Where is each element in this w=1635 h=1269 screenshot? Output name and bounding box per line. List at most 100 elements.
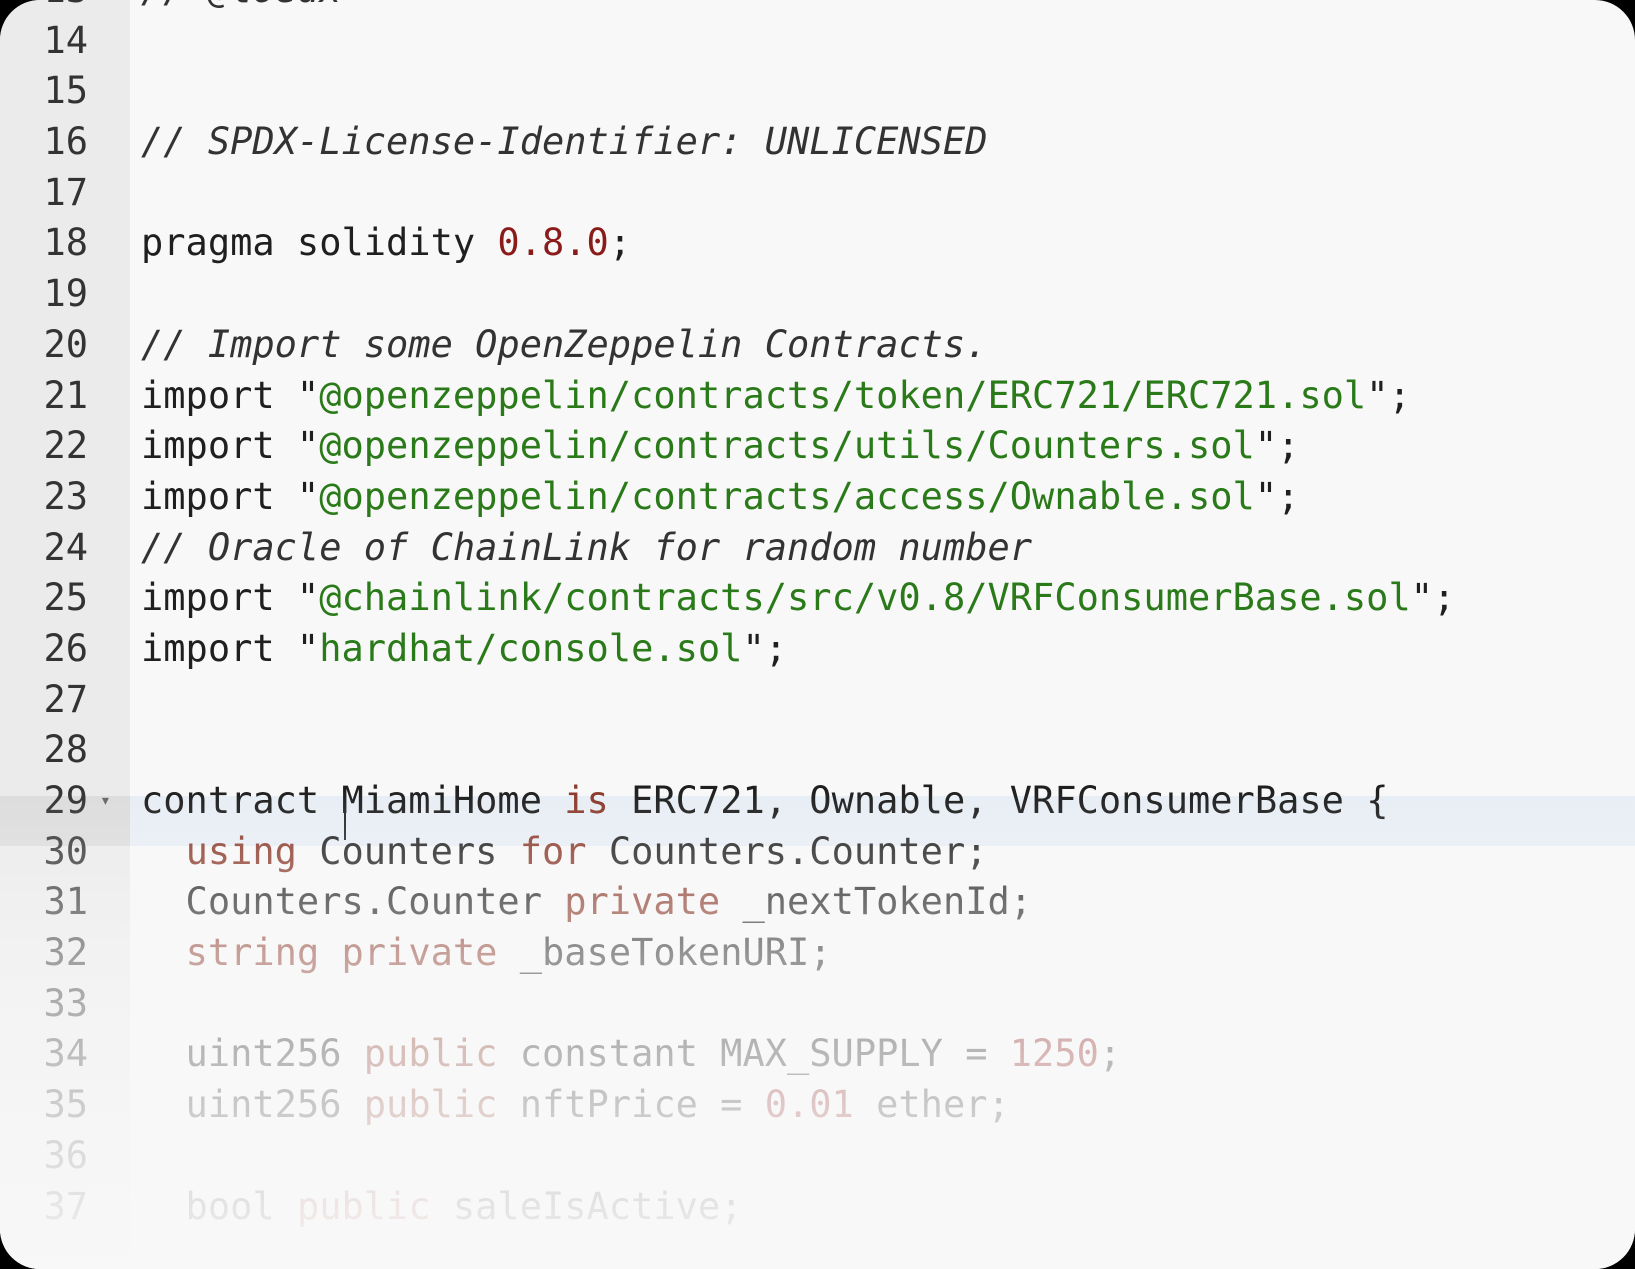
line-number: 13 (0, 0, 88, 16)
line-number: 20 (43, 322, 88, 366)
code-token-plain: _baseTokenURI; (497, 931, 832, 975)
code-text: string private _baseTokenURI; (141, 928, 832, 979)
code-token-plain: Counters.Counter; (586, 829, 988, 873)
code-line[interactable]: 17 (0, 168, 1635, 219)
line-number: 14 (43, 18, 88, 62)
code-lines[interactable]: 13 // @loedx 14 15 16 // SPDX-License-Identif… (0, 0, 1635, 1232)
code-line[interactable]: 33 (0, 979, 1635, 1030)
code-token-plain: ; (1098, 1032, 1122, 1076)
line-number: 32 (43, 931, 88, 975)
line-number: 21 (43, 373, 88, 417)
code-line[interactable]: 34 uint256 public constant MAX_SUPPLY = … (0, 1029, 1635, 1080)
code-token-kw: using (185, 829, 297, 873)
code-line[interactable]: 27 (0, 675, 1635, 726)
code-token-plain: saleIsActive; (430, 1184, 743, 1228)
code-line[interactable]: 24 // Oracle of ChainLink for random numb… (0, 523, 1635, 574)
code-token-str: @openzeppelin/contracts/access/Ownable.s… (319, 474, 1255, 518)
line-number: 31 (43, 880, 88, 924)
code-token-plain: import " (141, 576, 320, 620)
code-token-kw: private (341, 931, 498, 975)
line-number: 17 (43, 170, 88, 214)
code-token-plain: import " (141, 424, 320, 468)
line-number: 35 (43, 1083, 88, 1127)
code-token-plain: "; (1254, 474, 1300, 518)
code-token-kw: is (564, 779, 609, 822)
code-token-cm: // Import some OpenZeppelin Contracts. (141, 322, 988, 366)
code-text: import "@chainlink/contracts/src/v0.8/VR… (141, 573, 1455, 624)
code-text: Counters.Counter private _nextTokenId; (141, 877, 1033, 928)
code-text: uint256 public constant MAX_SUPPLY = 125… (141, 1029, 1122, 1080)
text-cursor (344, 800, 346, 840)
code-line[interactable]: 37 bool public saleIsActive; (0, 1182, 1635, 1233)
code-line[interactable]: 19 (0, 269, 1635, 320)
code-token-kw: public (363, 1083, 498, 1127)
code-token-kw: string (185, 931, 320, 975)
code-token-kw: public (363, 1032, 498, 1076)
code-text: // SPDX-License-Identifier: UNLICENSED (141, 117, 987, 168)
code-line[interactable]: 32 string private _baseTokenURI; (0, 928, 1635, 979)
code-token-plain: constant MAX_SUPPLY = (497, 1032, 1010, 1076)
code-token-kw: private (564, 880, 721, 924)
code-line[interactable]: 13 // @loedx (0, 0, 1635, 16)
code-token-num: 0.8.0 (497, 221, 609, 265)
code-text: contract MiamiHome is ERC721, Ownable, V… (141, 776, 1388, 827)
code-text: import "@openzeppelin/contracts/utils/Co… (141, 421, 1299, 472)
code-token-plain: uint256 (141, 1083, 364, 1127)
code-token-plain: ; (608, 221, 632, 265)
code-token-plain: uint256 (141, 1032, 364, 1076)
code-token-plain: Counters (296, 829, 520, 873)
code-line[interactable]: 25 import "@chainlink/contracts/src/v0.8/… (0, 573, 1635, 624)
line-number: 16 (43, 120, 88, 164)
line-number: 33 (43, 981, 88, 1025)
code-token-num: 0.01 (764, 1083, 854, 1127)
code-token-plain: ERC721, Ownable, VRFConsumerBase { (608, 779, 1389, 822)
code-token-plain: "; (1254, 424, 1300, 468)
line-number: 23 (43, 474, 88, 518)
code-line[interactable]: 16 // SPDX-License-Identifier: UNLICENSED (0, 117, 1635, 168)
line-number: 15 (43, 69, 88, 113)
code-text: // Import some OpenZeppelin Contracts. (141, 320, 987, 371)
line-number: 19 (43, 272, 88, 316)
code-token-kw: for (519, 829, 587, 873)
line-number: 18 (43, 221, 88, 265)
code-token-plain: import " (141, 373, 320, 417)
fold-arrow-icon[interactable]: ▾ (100, 776, 111, 827)
code-token-plain: bool (141, 1184, 297, 1228)
code-text: using Counters for Counters.Counter; (141, 827, 988, 878)
code-line[interactable]: 28 (0, 725, 1635, 776)
line-number: 22 (43, 424, 88, 468)
code-editor[interactable]: 13 // @loedx 14 15 16 // SPDX-License-Identif… (0, 0, 1635, 1269)
code-token-str: @openzeppelin/contracts/utils/Counters.s… (319, 424, 1255, 468)
code-line[interactable]: 26 import "hardhat/console.sol"; (0, 624, 1635, 675)
code-line[interactable]: 22 import "@openzeppelin/contracts/utils/… (0, 421, 1635, 472)
code-token-num: 1250 (1009, 1032, 1099, 1076)
code-line[interactable]: 31 Counters.Counter private _nextTokenId… (0, 877, 1635, 928)
code-line[interactable]: 20 // Import some OpenZeppelin Contracts. (0, 320, 1635, 371)
code-token-kw: public (296, 1184, 431, 1228)
code-line[interactable]: 15 (0, 66, 1635, 117)
code-token-cm: // Oracle of ChainLink for random number (141, 525, 1033, 569)
line-number: 29 (43, 779, 88, 822)
code-token-str: hardhat/console.sol (319, 626, 743, 670)
code-line[interactable]: 23 import "@openzeppelin/contracts/access… (0, 472, 1635, 523)
code-text: // Oracle of ChainLink for random number (141, 523, 1032, 574)
code-text: import "@openzeppelin/contracts/token/ER… (141, 371, 1411, 422)
line-number: 26 (43, 626, 88, 670)
code-line[interactable]: 35 uint256 public nftPrice = 0.01 ether; (0, 1080, 1635, 1131)
code-token-plain: ether; (853, 1083, 1010, 1127)
line-number: 36 (43, 1133, 88, 1177)
code-line[interactable]: 29 ▾ contract MiamiHome is ERC721, Ownable… (0, 776, 1635, 827)
code-text: import "@openzeppelin/contracts/access/O… (141, 472, 1299, 523)
code-token-plain: pragma solidity (141, 221, 498, 265)
line-number: 30 (43, 829, 88, 873)
code-line[interactable]: 21 import "@openzeppelin/contracts/token/… (0, 371, 1635, 422)
code-line[interactable]: 18 pragma solidity 0.8.0; (0, 218, 1635, 269)
code-line[interactable]: 36 (0, 1131, 1635, 1182)
code-token-plain: import " (141, 626, 320, 670)
code-line[interactable]: 30 using Counters for Counters.Counter; (0, 827, 1635, 878)
code-token-plain: import " (141, 474, 320, 518)
code-line[interactable]: 14 (0, 16, 1635, 67)
line-number: 28 (43, 728, 88, 772)
code-token-cm: // SPDX-License-Identifier: UNLICENSED (141, 120, 988, 164)
